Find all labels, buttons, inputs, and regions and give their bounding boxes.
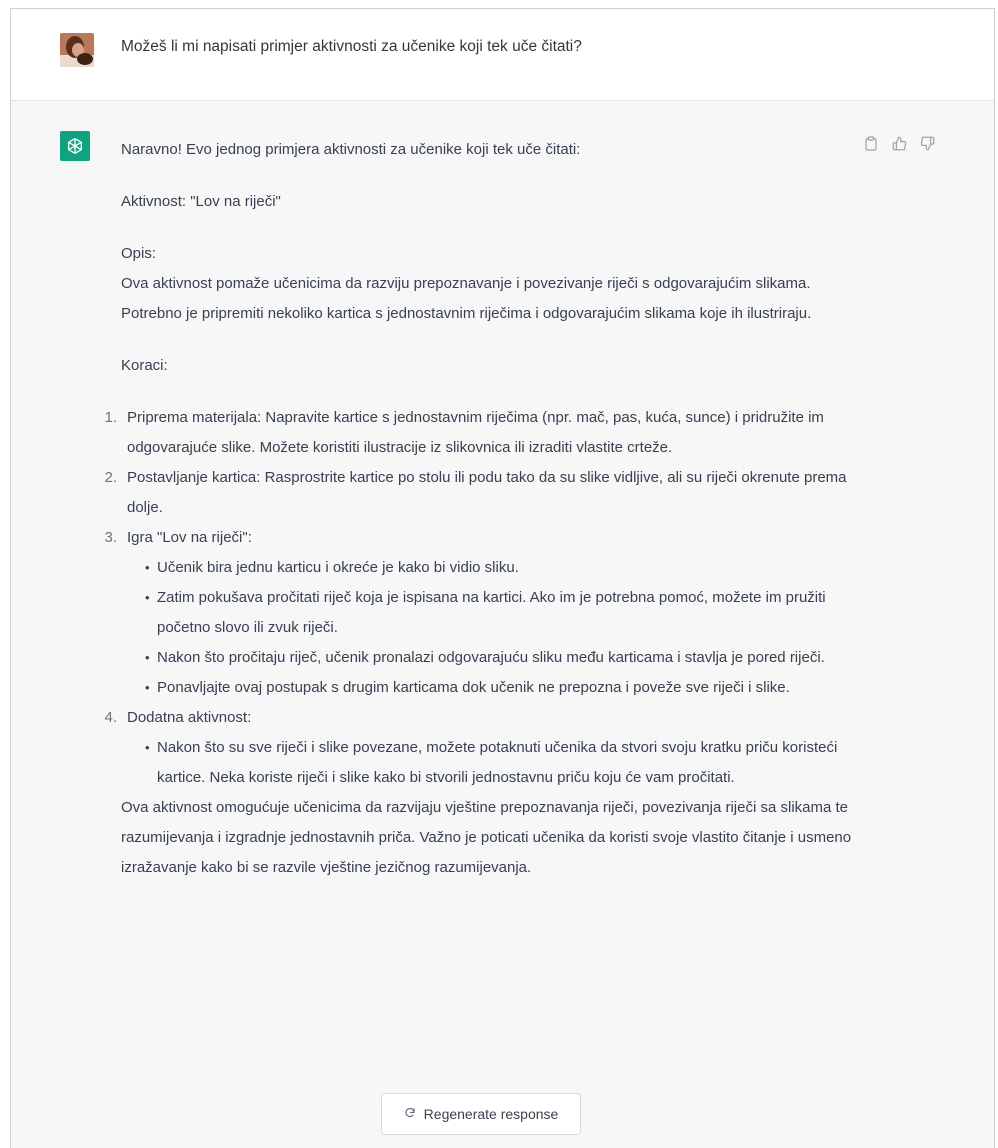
chat-window: Možeš li mi napisati primjer aktivnosti … (10, 8, 995, 1148)
step-text: Dodatna aktivnost: (127, 709, 252, 726)
step-3-bullets: Učenik bira jednu karticu i okreće je ka… (127, 553, 861, 703)
refresh-icon (404, 1106, 416, 1122)
intro-text: Naravno! Evo jednog primjera aktivnosti … (121, 141, 581, 158)
activity-title: Aktivnost: "Lov na riječi" (121, 193, 281, 210)
step-number: 4. (104, 709, 117, 726)
step-4-bullets: Nakon što su sve riječi i slike povezane… (127, 733, 861, 793)
list-item: 1. Priprema materijala: Napravite kartic… (104, 403, 861, 463)
message-actions (863, 135, 935, 151)
step-text: Postavljanje kartica: Rasprostrite karti… (127, 469, 847, 516)
step-number: 1. (104, 409, 117, 426)
description-heading: Opis: (121, 245, 157, 262)
regenerate-label: Regenerate response (423, 1106, 559, 1122)
list-item: Nakon što pročitaju riječ, učenik pronal… (145, 643, 861, 673)
step-text: Priprema materijala: Napravite kartice s… (127, 409, 824, 456)
user-avatar (60, 33, 94, 67)
list-item: 3. Igra "Lov na riječi": Učenik bira jed… (104, 523, 861, 703)
list-item: Ponavljajte ovaj postupak s drugim karti… (145, 673, 861, 703)
closing-text: Ova aktivnost omogućuje učenicima da raz… (121, 799, 852, 876)
list-item: Učenik bira jednu karticu i okreće je ka… (145, 553, 861, 583)
user-message-row: Možeš li mi napisati primjer aktivnosti … (11, 9, 994, 101)
list-item: Zatim pokušava pročitati riječ koja je i… (145, 583, 861, 643)
list-item: 4. Dodatna aktivnost: Nakon što su sve r… (104, 703, 861, 793)
step-text: Igra "Lov na riječi": (127, 529, 252, 546)
assistant-message-row: Naravno! Evo jednog primjera aktivnosti … (11, 101, 994, 1148)
step-number: 3. (104, 529, 117, 546)
regenerate-button[interactable]: Regenerate response (381, 1093, 581, 1135)
description-text: Ova aktivnost pomaže učenicima da razvij… (121, 275, 812, 322)
list-item: Nakon što su sve riječi i slike povezane… (145, 733, 861, 793)
steps-list: 1. Priprema materijala: Napravite kartic… (104, 403, 861, 793)
assistant-message-content: Naravno! Evo jednog primjera aktivnosti … (104, 135, 861, 883)
thumbs-down-icon[interactable] (919, 135, 935, 151)
step-number: 2. (104, 469, 117, 486)
user-message-text: Možeš li mi napisati primjer aktivnosti … (121, 38, 582, 55)
clipboard-icon[interactable] (863, 135, 879, 151)
thumbs-up-icon[interactable] (891, 135, 907, 151)
list-item: 2. Postavljanje kartica: Rasprostrite ka… (104, 463, 861, 523)
steps-heading: Koraci: (121, 357, 168, 374)
chatgpt-logo-icon (60, 131, 90, 161)
